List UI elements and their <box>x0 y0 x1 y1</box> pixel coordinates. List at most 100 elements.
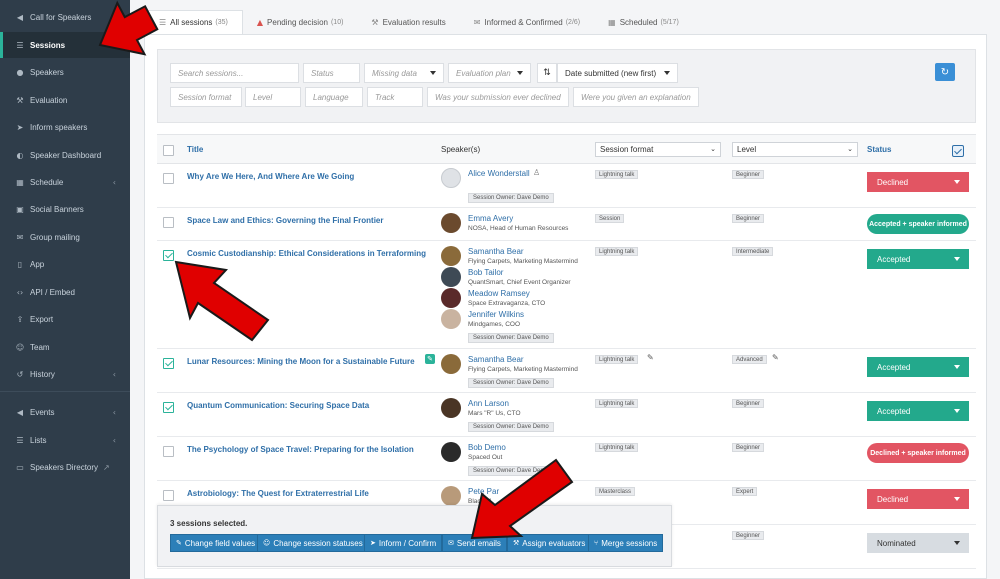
sidebar-item-evaluation[interactable]: ⚒ Evaluation <box>0 87 130 113</box>
caret-down-icon <box>430 71 436 75</box>
tab-all-sessions[interactable]: ☰ All sessions (35) <box>144 10 243 34</box>
sidebar-item-history[interactable]: ↺ History ‹ <box>0 361 130 387</box>
speaker-name[interactable]: Samantha Bear <box>468 355 524 364</box>
assign-evaluators-button[interactable]: ⚒ Assign evaluators <box>507 534 592 552</box>
session-title[interactable]: Quantum Communication: Securing Space Da… <box>187 401 369 410</box>
speaker-name[interactable]: Bob Demo <box>468 443 506 452</box>
row-checkbox[interactable] <box>163 217 174 228</box>
language-filter[interactable]: Language <box>305 87 363 107</box>
sidebar-item-app[interactable]: ▯ App <box>0 251 130 277</box>
row-checkbox[interactable] <box>163 173 174 184</box>
table-row[interactable]: Why Are We Here, And Where Are We Going … <box>157 164 976 208</box>
tab-pending-decision[interactable]: ▲ Pending decision (10) <box>243 10 358 34</box>
question-explanation-filter[interactable]: Were you given an explanation <box>573 87 699 107</box>
change-field-values-button[interactable]: ✎ Change field values <box>170 534 262 552</box>
status-dropdown[interactable]: Accepted <box>867 357 969 377</box>
speaker-name[interactable]: Bob Tailor <box>468 268 503 277</box>
session-format-filter[interactable]: Session format <box>170 87 242 107</box>
session-title[interactable]: Cosmic Custodianship: Ethical Considerat… <box>187 249 426 258</box>
filter-bar: Search sessions... Status Missing data E… <box>157 49 976 123</box>
speaker-name[interactable]: Ann Larson <box>468 399 509 408</box>
status-dropdown[interactable]: Declined <box>867 489 969 509</box>
status-dropdown[interactable]: Declined <box>867 172 969 192</box>
send-emails-button[interactable]: ✉ Send emails <box>442 534 507 552</box>
status-badge[interactable]: Accepted + speaker informed <box>867 214 969 234</box>
question-declined-filter[interactable]: Was your submission ever declined <box>427 87 569 107</box>
session-title[interactable]: Astrobiology: The Quest for Extraterrest… <box>187 489 369 498</box>
tab-evaluation-results[interactable]: ⚒ Evaluation results <box>357 10 459 34</box>
status-dropdown[interactable]: Nominated <box>867 533 969 553</box>
sort-select[interactable]: Date submitted (new first) <box>557 63 678 83</box>
speaker-name[interactable]: Jennifer Wilkins <box>468 310 524 319</box>
level-filter[interactable]: Level <box>245 87 301 107</box>
avatar <box>441 168 461 188</box>
session-title[interactable]: Why Are We Here, And Where Are We Going <box>187 172 354 181</box>
status-dropdown[interactable]: Accepted <box>867 401 969 421</box>
sidebar-item-sessions[interactable]: ☰ Sessions <box>0 32 130 58</box>
column-label: Level <box>737 145 757 154</box>
session-title[interactable]: Space Law and Ethics: Governing the Fina… <box>187 216 383 225</box>
table-row[interactable]: The Psychology of Space Travel: Preparin… <box>157 437 976 481</box>
status-label: Accepted <box>877 362 911 372</box>
external-link-icon: ↗ <box>103 462 110 472</box>
speaker-name[interactable]: Samantha Bear <box>468 247 524 256</box>
row-checkbox[interactable] <box>163 490 174 501</box>
edit-icon[interactable]: ✎ <box>425 354 435 364</box>
pencil-icon[interactable]: ✎ <box>647 353 654 362</box>
row-checkbox[interactable] <box>163 446 174 457</box>
session-title[interactable]: The Psychology of Space Travel: Preparin… <box>187 445 414 454</box>
sidebar-item-team[interactable]: ☺ Team <box>0 334 130 360</box>
table-row[interactable]: Quantum Communication: Securing Space Da… <box>157 393 976 437</box>
tab-scheduled[interactable]: ▦ Scheduled (5/17) <box>594 10 693 34</box>
session-title[interactable]: Lunar Resources: Mining the Moon for a S… <box>187 357 415 366</box>
user-outline-icon: ♙ <box>533 168 541 177</box>
sidebar-item-inform-speakers[interactable]: ➤ Inform speakers <box>0 114 130 140</box>
table-row[interactable]: Space Law and Ethics: Governing the Fina… <box>157 208 976 241</box>
sidebar-item-group-mailing[interactable]: ✉ Group mailing <box>0 224 130 250</box>
inform-confirm-button[interactable]: ➤ Inform / Confirm <box>364 534 443 552</box>
sidebar-item-speakers-directory[interactable]: ▭ Speakers Directory ↗ <box>0 454 130 480</box>
session-format-column-select[interactable]: Session format ⌄ <box>595 142 721 157</box>
speaker-name[interactable]: Emma Avery <box>468 214 513 223</box>
sidebar-item-social-banners[interactable]: ▣ Social Banners <box>0 196 130 222</box>
button-label: Send emails <box>456 538 501 548</box>
sidebar-item-schedule[interactable]: ▦ Schedule ‹ <box>0 169 130 195</box>
track-filter[interactable]: Track <box>367 87 423 107</box>
evaluation-plan-filter[interactable]: Evaluation plan <box>448 63 531 83</box>
column-status[interactable]: Status <box>867 145 891 154</box>
sidebar-item-api-embed[interactable]: ‹› API / Embed <box>0 279 130 305</box>
status-filter[interactable]: Status <box>303 63 360 83</box>
table-row[interactable]: Cosmic Custodianship: Ethical Considerat… <box>157 241 976 349</box>
speaker-name[interactable]: Pete Par <box>468 487 499 496</box>
table-row[interactable]: Lunar Resources: Mining the Moon for a S… <box>157 349 976 393</box>
sort-order-button[interactable]: ⇅ <box>537 63 557 83</box>
select-all-checkbox[interactable] <box>163 145 174 156</box>
column-label: Session format <box>600 145 654 154</box>
column-title[interactable]: Title <box>187 145 203 154</box>
speaker-org: NOSA, Head of Human Resources <box>468 225 569 232</box>
status-badge[interactable]: Declined + speaker informed <box>867 443 969 463</box>
list-icon: ☰ <box>16 40 24 50</box>
speaker-name[interactable]: Meadow Ramsey <box>468 289 530 298</box>
row-checkbox[interactable] <box>163 250 174 261</box>
pencil-icon[interactable]: ✎ <box>772 353 779 362</box>
missing-data-filter[interactable]: Missing data <box>364 63 444 83</box>
merge-sessions-button[interactable]: ⑂ Merge sessions <box>588 534 664 552</box>
sidebar-item-speaker-dashboard[interactable]: ◐ Speaker Dashboard <box>0 142 130 168</box>
speaker-name[interactable]: Alice Wonderstall <box>468 169 530 178</box>
search-input[interactable]: Search sessions... <box>170 63 299 83</box>
change-session-statuses-button[interactable]: ☺ Change session statuses <box>257 534 369 552</box>
sidebar-item-export[interactable]: ⇪ Export <box>0 306 130 332</box>
sidebar-item-lists[interactable]: ☰ Lists ‹ <box>0 427 130 453</box>
refresh-button[interactable]: ↻ <box>935 63 955 81</box>
sidebar-item-events[interactable]: ◀ Events ‹ <box>0 399 130 425</box>
sidebar-item-call-for-speakers[interactable]: ◀ Call for Speakers <box>0 4 130 30</box>
row-checkbox[interactable] <box>163 402 174 413</box>
level-column-select[interactable]: Level ⌄ <box>732 142 858 157</box>
row-checkbox[interactable] <box>163 358 174 369</box>
tab-informed-confirmed[interactable]: ✉ Informed & Confirmed (2/6) <box>460 10 594 34</box>
select-visible-icon[interactable] <box>952 145 964 157</box>
sidebar: ◀ Call for Speakers ☰ Sessions ● Speakers ⚒… <box>0 0 130 579</box>
sidebar-item-speakers[interactable]: ● Speakers <box>0 59 130 85</box>
status-dropdown[interactable]: Accepted <box>867 249 969 269</box>
